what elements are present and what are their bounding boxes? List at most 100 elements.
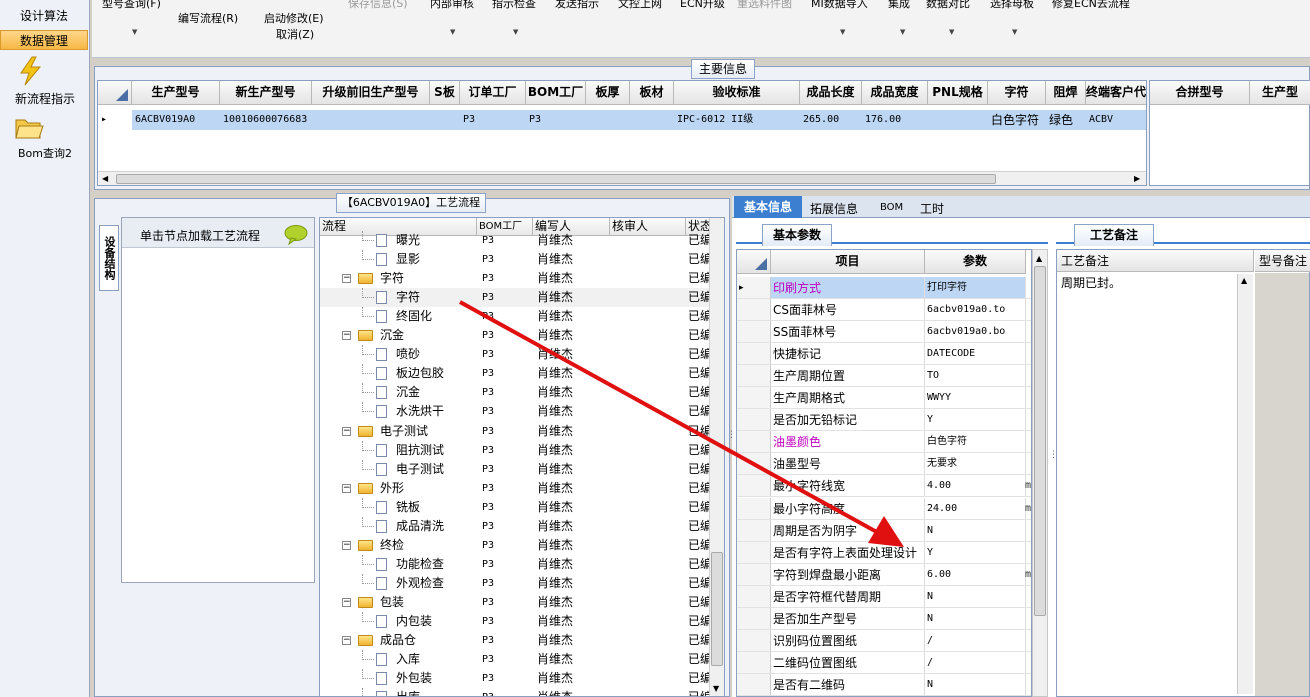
param-value-cell[interactable]: N [925, 519, 1026, 541]
ecn-upgrade-button[interactable]: ECN升级 [680, 0, 725, 11]
tree-row[interactable]: 外观检查 P3 肖维杰 已编 [320, 573, 720, 593]
param-row[interactable]: 油墨颜色 白色字符 [737, 431, 1031, 454]
cancel-button[interactable]: 取消(Z) [276, 26, 314, 42]
param-row[interactable]: 生产周期位置 TO [737, 365, 1031, 388]
row-selector[interactable] [737, 475, 771, 497]
row-selector[interactable] [737, 343, 771, 365]
row-selector[interactable] [737, 607, 771, 629]
remark-scrollbar[interactable]: ▲ [1237, 274, 1253, 694]
param-value-cell[interactable]: / [925, 651, 1026, 673]
param-row[interactable]: ▸ 印刷方式 打印字符 [737, 277, 1031, 299]
param-value-cell[interactable]: 打印字符 [925, 277, 1026, 298]
lightning-icon[interactable] [16, 56, 46, 86]
table-cell[interactable]: P3 [460, 110, 526, 130]
shortcut-new-flow-label[interactable]: 新流程指示 [0, 90, 90, 107]
integrate-button[interactable]: 集成 [888, 0, 910, 11]
arrow-up-icon[interactable]: ▲ [1036, 254, 1042, 263]
param-value-cell[interactable]: WWYY [925, 387, 1026, 409]
tree-row[interactable]: − 沉金 P3 肖维杰 已编 [320, 326, 720, 345]
table-cell[interactable]: 10010600076683 [220, 110, 312, 130]
table-cell[interactable]: P3 [526, 110, 586, 130]
param-row[interactable]: 识别码位置图纸 / [737, 629, 1031, 652]
select-mother-board-button[interactable]: 选择母板 [990, 0, 1034, 11]
tree-row[interactable]: 显影 P3 肖维杰 已编 [320, 250, 720, 269]
chevron-down-icon[interactable]: ▼ [1012, 28, 1017, 36]
param-value-cell[interactable]: 无要求 [925, 453, 1026, 475]
tree-row[interactable]: 曝光 P3 肖维杰 已编 [320, 231, 720, 250]
arrow-down-icon[interactable]: ▼ [713, 684, 719, 693]
tree-row[interactable]: − 电子测试 P3 肖维杰 已编 [320, 422, 720, 441]
tree-row[interactable]: 水洗烘干 P3 肖维杰 已编 [320, 402, 720, 421]
table-cell[interactable]: 白色字符 [988, 110, 1046, 130]
menu-data-management[interactable]: 数据管理 [0, 30, 88, 50]
row-selector[interactable] [737, 431, 771, 453]
fix-ecn-flow-button[interactable]: 修复ECN去流程 [1052, 0, 1130, 11]
param-value-cell[interactable]: 6acbv019a0.to [925, 299, 1026, 321]
tree-row[interactable]: − 终检 P3 肖维杰 已编 [320, 536, 720, 555]
row-pointer-icon[interactable]: ▸ [98, 110, 132, 130]
tree-row[interactable]: 铣板 P3 肖维杰 已编 [320, 497, 720, 517]
tree-row[interactable]: 成品清洗 P3 肖维杰 已编 [320, 516, 720, 536]
table-cell[interactable]: 265.00 [800, 110, 862, 130]
scroll-thumb[interactable] [116, 174, 996, 184]
param-row[interactable]: 二维码位置图纸 / [737, 651, 1031, 674]
table-cell[interactable] [586, 110, 630, 130]
row-selector[interactable] [737, 541, 771, 563]
table-cell[interactable] [928, 110, 988, 130]
param-row[interactable]: 字符到焊盘最小距离 6.00 m [737, 563, 1031, 586]
param-value-cell[interactable]: 4.00 [925, 475, 1026, 497]
param-row[interactable]: 是否有二维码 N [737, 673, 1031, 696]
tree-row[interactable]: 阻抗测试 P3 肖维杰 已编 [320, 440, 720, 460]
tree-row[interactable]: 沉金 P3 肖维杰 已编 [320, 383, 720, 402]
arrow-right-icon[interactable]: ▶ [1134, 174, 1140, 183]
instruction-check-button[interactable]: 指示检查 [492, 0, 536, 11]
collapse-toggle-icon[interactable]: − [342, 540, 351, 550]
table-cell[interactable]: 6ACBV019A0 [132, 110, 220, 130]
tab-bom[interactable]: BOM [880, 202, 903, 213]
data-compare-button[interactable]: 数据对比 [926, 0, 970, 11]
send-instruction-button[interactable]: 发送指示 [555, 0, 599, 11]
row-selector[interactable] [737, 299, 771, 321]
edit-flow-button[interactable]: 编写流程(R) [178, 10, 238, 26]
tree-row[interactable]: − 成品仓 P3 肖维杰 已编 [320, 631, 720, 650]
internal-review-button[interactable]: 内部审核 [430, 0, 474, 11]
param-row[interactable]: 最小字符线宽 4.00 m [737, 475, 1031, 498]
param-value-cell[interactable]: DATECODE [925, 343, 1026, 365]
model-remark-area[interactable] [1255, 273, 1309, 696]
tree-row[interactable]: 出库P3肖维杰已编 [320, 688, 720, 696]
param-row[interactable]: 快捷标记 DATECODE [737, 343, 1031, 366]
param-row[interactable]: CS面菲林号 6acbv019a0.to [737, 299, 1031, 322]
doc-control-button[interactable]: 文控上网 [618, 0, 662, 11]
row-selector[interactable] [737, 651, 771, 673]
tree-row[interactable]: 终固化 P3 肖维杰 已编 [320, 307, 720, 326]
table-cell[interactable]: 176.00 [862, 110, 928, 130]
model-query-button[interactable]: 型号查询(F) [102, 0, 161, 11]
basic-params-scrollbar[interactable]: ▲ [1032, 249, 1048, 697]
param-row[interactable]: 是否有字符上表面处理设计 Y [737, 541, 1031, 564]
splitter-handle[interactable]: ⋮ [727, 430, 736, 440]
speech-bubble-icon[interactable] [284, 225, 308, 245]
chevron-down-icon[interactable]: ▼ [949, 28, 954, 36]
row-selector[interactable]: ▸ [737, 277, 771, 298]
chevron-down-icon[interactable]: ▼ [132, 28, 137, 36]
param-row[interactable]: SS面菲林号 6acbv019a0.bo [737, 321, 1031, 344]
tab-basic-info[interactable]: 基本信息 [734, 196, 802, 218]
tab-process-remark[interactable]: 工艺备注 [1074, 224, 1154, 246]
tree-row[interactable]: 喷砂 P3 肖维杰 已编 [320, 345, 720, 364]
collapse-toggle-icon[interactable]: − [342, 597, 351, 607]
row-selector[interactable] [737, 585, 771, 607]
param-row[interactable]: 是否加生产型号 N [737, 607, 1031, 630]
table-row[interactable]: ▸ 6ACBV019A0 10010600076683 P3 P3 IPC-6012 II… [98, 110, 1146, 130]
collapse-toggle-icon[interactable]: − [342, 426, 351, 436]
tree-row[interactable]: − 字符 P3 肖维杰 已编 [320, 269, 720, 288]
tab-work-hours[interactable]: 工时 [920, 200, 944, 217]
table-cell[interactable]: 绿色 [1046, 110, 1086, 130]
tab-basic-params[interactable]: 基本参数 [762, 224, 832, 246]
tree-row[interactable]: 内包装 P3 肖维杰 已编 [320, 612, 720, 631]
collapse-toggle-icon[interactable]: − [342, 331, 351, 341]
tab-equipment-structure[interactable]: 设备结构 [99, 225, 119, 291]
table-cell[interactable]: IPC-6012 II级 [674, 110, 800, 130]
tree-row[interactable]: 功能检查 P3 肖维杰 已编 [320, 554, 720, 574]
tree-row[interactable]: 电子测试 P3 肖维杰 已编 [320, 459, 720, 479]
row-selector[interactable] [737, 365, 771, 387]
